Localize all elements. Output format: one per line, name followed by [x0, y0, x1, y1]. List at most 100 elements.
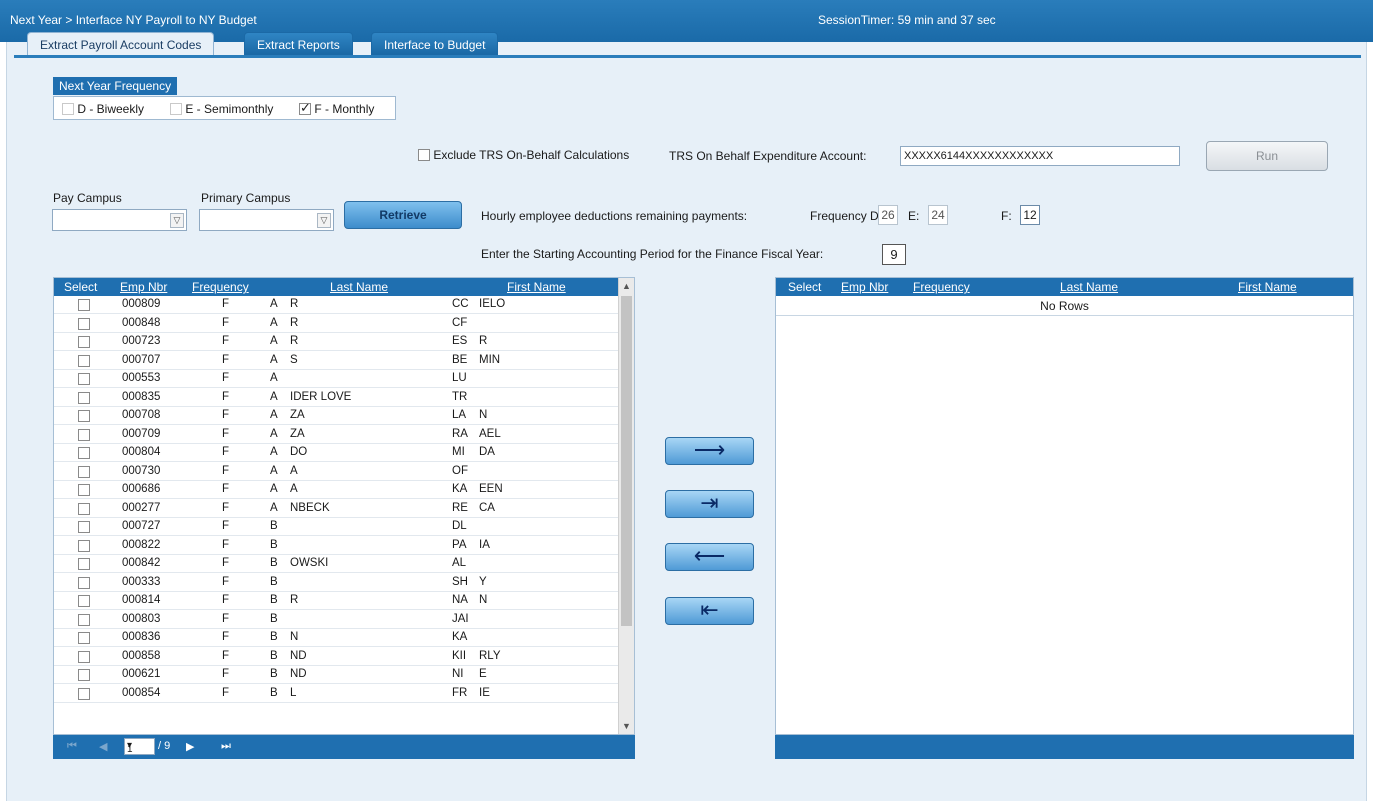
- table-row[interactable]: 000730 F A A OF: [54, 463, 618, 481]
- row-select-checkbox[interactable]: [78, 521, 90, 533]
- frequency-option-semimonthly[interactable]: E - Semimonthly: [170, 102, 273, 116]
- table-row[interactable]: 000822 F B PA IA: [54, 537, 618, 555]
- column-header-frequency[interactable]: Frequency: [913, 280, 970, 294]
- row-select-checkbox[interactable]: [78, 632, 90, 644]
- row-select-checkbox[interactable]: [78, 336, 90, 348]
- row-select-checkbox[interactable]: [78, 428, 90, 441]
- frequency-option-label: F - Monthly: [314, 102, 375, 116]
- row-select-checkbox[interactable]: [78, 317, 90, 330]
- move-selected-button[interactable]: ⟶: [665, 437, 754, 465]
- column-header-first-name[interactable]: First Name: [1238, 280, 1297, 294]
- checkbox-monthly[interactable]: [299, 100, 311, 116]
- row-select-checkbox[interactable]: [78, 299, 90, 311]
- table-row[interactable]: 000854 F B L FR IE: [54, 685, 618, 703]
- first-name-cell: IELO: [479, 298, 506, 310]
- row-select-checkbox[interactable]: [78, 669, 90, 681]
- table-row[interactable]: 000621 F B ND NI E: [54, 666, 618, 684]
- frequency-option-monthly[interactable]: F - Monthly: [299, 100, 375, 116]
- scroll-thumb[interactable]: [621, 296, 632, 626]
- checkbox-biweekly[interactable]: [62, 103, 74, 115]
- table-row[interactable]: 000709 F A ZA RA AEL: [54, 426, 618, 444]
- column-header-frequency[interactable]: Frequency: [192, 280, 249, 294]
- tab-extract-reports[interactable]: Extract Reports: [244, 32, 353, 55]
- tab-extract-payroll-account-codes[interactable]: Extract Payroll Account Codes: [27, 32, 215, 56]
- table-row[interactable]: 000708 F A ZA LA N: [54, 407, 618, 425]
- first-name-cell: RLY: [479, 649, 501, 662]
- remove-selected-button[interactable]: ⟵: [665, 543, 754, 571]
- table-row[interactable]: 000836 F B N KA: [54, 629, 618, 647]
- row-select-checkbox[interactable]: [78, 484, 90, 496]
- row-select-checkbox[interactable]: [78, 373, 90, 385]
- scroll-up-icon[interactable]: ▲: [622, 281, 631, 291]
- last-page-icon[interactable]: ⏭: [221, 740, 231, 753]
- chevron-down-icon[interactable]: ▽: [317, 213, 331, 228]
- page-number-select[interactable]: 1 ▾: [124, 738, 155, 755]
- table-row[interactable]: 000333 F B SH Y: [54, 574, 618, 592]
- table-row[interactable]: 000803 F B JAI: [54, 611, 618, 629]
- first-name-cell: ES: [452, 335, 468, 347]
- row-select-checkbox[interactable]: [78, 650, 90, 663]
- checkbox-semimonthly[interactable]: [170, 103, 182, 115]
- frequency-cell: F: [222, 668, 230, 680]
- freq-f-input[interactable]: 12: [1020, 205, 1040, 225]
- frequency-cell: F: [222, 427, 230, 440]
- checkbox-exclude-trs[interactable]: [418, 149, 430, 161]
- chevron-down-icon[interactable]: ▽: [170, 213, 184, 228]
- row-select-checkbox[interactable]: [78, 447, 90, 459]
- table-row[interactable]: 000858 F B ND KII RLY: [54, 648, 618, 666]
- table-row[interactable]: 000809 F A R CC IELO: [54, 296, 618, 314]
- row-select-checkbox[interactable]: [78, 502, 90, 515]
- column-header-last-name[interactable]: Last Name: [330, 280, 388, 294]
- frequency-option-biweekly[interactable]: D - Biweekly: [62, 102, 144, 116]
- table-row[interactable]: 000835 F A IDER LOVE TR: [54, 389, 618, 407]
- move-all-button[interactable]: ⇥: [665, 490, 754, 518]
- first-page-icon[interactable]: ⏮: [67, 740, 77, 753]
- first-name-cell: PA: [452, 538, 467, 551]
- table-row[interactable]: 000723 F A R ES R: [54, 333, 618, 351]
- last-name-cell: A: [270, 390, 278, 403]
- row-select-checkbox[interactable]: [78, 613, 90, 626]
- table-row[interactable]: 000804 F A DO MI DA: [54, 444, 618, 462]
- exclude-trs-option[interactable]: Exclude TRS On-Behalf Calculations: [418, 148, 629, 162]
- first-name-cell: CF: [452, 316, 468, 329]
- row-select-checkbox[interactable]: [78, 410, 90, 422]
- table-row[interactable]: 000553 F A LU: [54, 370, 618, 388]
- row-select-checkbox[interactable]: [78, 539, 90, 552]
- run-button[interactable]: Run: [1206, 141, 1328, 171]
- row-select-checkbox[interactable]: [78, 687, 90, 700]
- remove-all-button[interactable]: ⇤: [665, 597, 754, 625]
- pay-campus-select[interactable]: ▽: [52, 209, 187, 231]
- last-name-cell: B: [270, 575, 278, 588]
- table-row[interactable]: 000848 F A R CF: [54, 315, 618, 333]
- table-row[interactable]: 000277 F A NBECK RE CA: [54, 500, 618, 518]
- column-header-emp-nbr[interactable]: Emp Nbr: [841, 280, 888, 294]
- row-select-checkbox[interactable]: [78, 558, 90, 570]
- row-select-checkbox[interactable]: [78, 465, 90, 478]
- frequency-cell: F: [222, 316, 230, 329]
- scroll-down-icon[interactable]: ▼: [622, 721, 631, 731]
- column-header-last-name[interactable]: Last Name: [1060, 280, 1118, 294]
- primary-campus-select[interactable]: ▽: [199, 209, 334, 231]
- frequency-cell: F: [222, 612, 230, 625]
- row-select-checkbox[interactable]: [78, 391, 90, 404]
- grid-scrollbar[interactable]: ▲ ▼: [618, 278, 634, 734]
- first-name-cell: MI: [452, 446, 465, 458]
- column-header-emp-nbr[interactable]: Emp Nbr: [120, 280, 167, 294]
- retrieve-button[interactable]: Retrieve: [344, 201, 462, 229]
- row-select-checkbox[interactable]: [78, 595, 90, 607]
- trs-account-input[interactable]: XXXXX6144XXXXXXXXXXXX: [900, 146, 1180, 166]
- table-row[interactable]: 000814 F B R NA N: [54, 592, 618, 610]
- available-employees-grid: Select Emp Nbr Frequency Last Name First…: [53, 277, 635, 735]
- accounting-period-input[interactable]: 9: [882, 244, 906, 265]
- table-row[interactable]: 000707 F A S BE MIN: [54, 352, 618, 370]
- table-row[interactable]: 000727 F B DL: [54, 518, 618, 536]
- previous-page-icon[interactable]: ◀: [99, 740, 107, 753]
- frequency-cell: F: [222, 353, 230, 366]
- row-select-checkbox[interactable]: [78, 354, 90, 367]
- tab-interface-to-budget[interactable]: Interface to Budget: [371, 32, 499, 55]
- table-row[interactable]: 000686 F A A KA EEN: [54, 481, 618, 499]
- next-page-icon[interactable]: ▶: [186, 740, 194, 753]
- row-select-checkbox[interactable]: [78, 576, 90, 589]
- column-header-first-name[interactable]: First Name: [507, 280, 566, 294]
- table-row[interactable]: 000842 F B OWSKI AL: [54, 555, 618, 573]
